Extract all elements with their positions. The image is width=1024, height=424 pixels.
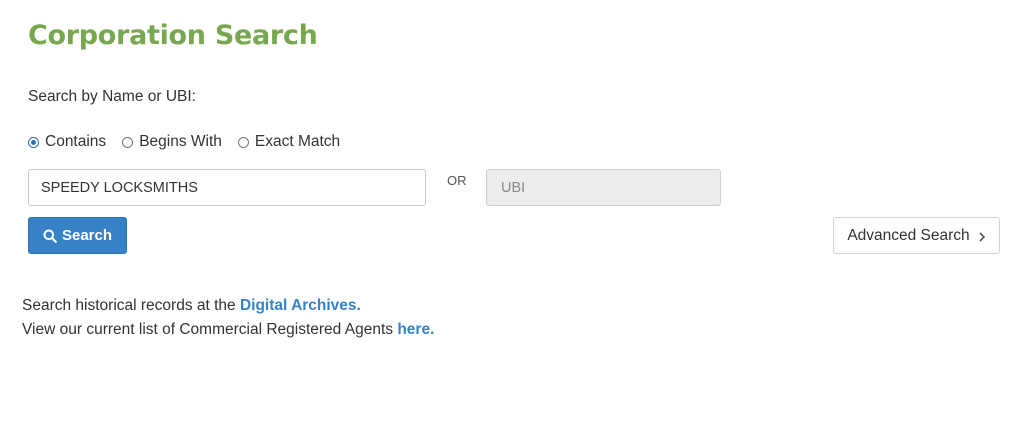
registered-agents-link[interactable]: here. bbox=[397, 321, 434, 338]
ubi-input[interactable] bbox=[486, 169, 721, 206]
digital-archives-link[interactable]: Digital Archives. bbox=[240, 297, 361, 314]
radio-exact-match-indicator[interactable] bbox=[237, 136, 249, 148]
search-button-label: Search bbox=[61, 227, 113, 244]
corporation-search-page: Corporation Search Search by Name or UBI… bbox=[0, 0, 1024, 424]
search-by-label: Search by Name or UBI: bbox=[28, 88, 196, 105]
business-name-input[interactable] bbox=[28, 169, 426, 206]
digital-archives-text: Search historical records at the bbox=[22, 297, 240, 314]
radio-exact-match[interactable]: Exact Match bbox=[237, 133, 341, 151]
search-button[interactable]: Search bbox=[28, 217, 127, 254]
chevron-right-icon bbox=[978, 230, 986, 242]
registered-agents-line: View our current list of Commercial Regi… bbox=[22, 321, 434, 339]
advanced-search-label: Advanced Search bbox=[847, 226, 970, 244]
digital-archives-line: Search historical records at the Digital… bbox=[22, 297, 361, 315]
match-type-radio-group: Contains Begins With Exact Match bbox=[28, 133, 356, 151]
radio-begins-with-indicator[interactable] bbox=[122, 136, 134, 148]
or-separator: OR bbox=[447, 173, 467, 188]
radio-begins-with[interactable]: Begins With bbox=[122, 133, 222, 151]
registered-agents-text: View our current list of Commercial Regi… bbox=[22, 321, 398, 338]
radio-begins-with-label: Begins With bbox=[139, 133, 222, 150]
advanced-search-button[interactable]: Advanced Search bbox=[833, 217, 1000, 254]
radio-exact-match-label: Exact Match bbox=[254, 133, 341, 150]
radio-contains[interactable]: Contains bbox=[28, 133, 106, 151]
radio-contains-label: Contains bbox=[45, 133, 107, 150]
radio-contains-indicator[interactable] bbox=[28, 136, 39, 148]
search-icon bbox=[43, 229, 57, 243]
page-title: Corporation Search bbox=[28, 20, 318, 51]
